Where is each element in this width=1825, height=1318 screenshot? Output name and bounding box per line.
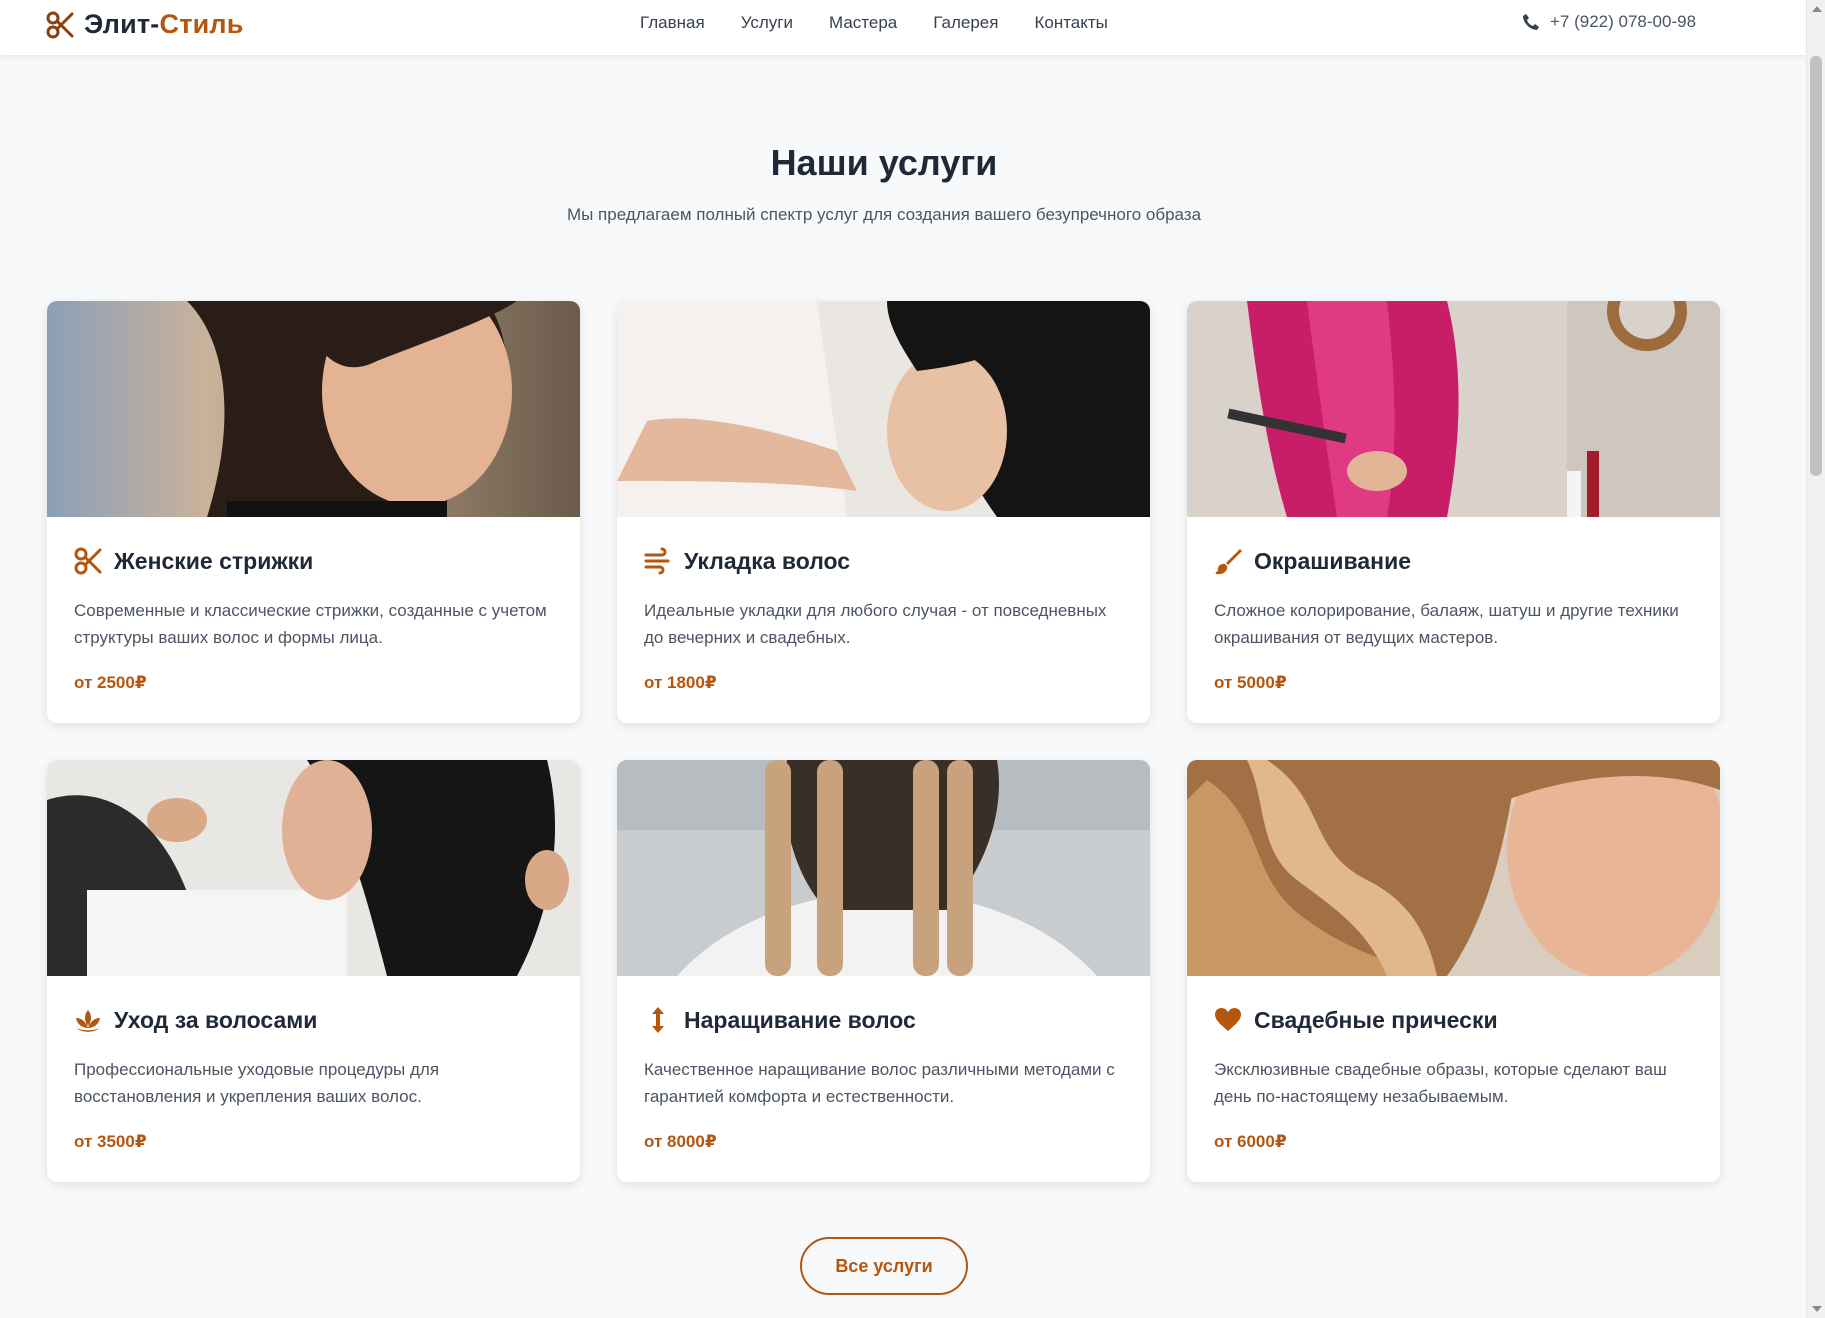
- card-description: Идеальные укладки для любого случая - от…: [644, 601, 1107, 647]
- main-nav: Главная Услуги Мастера Галерея Контакты: [640, 13, 1108, 33]
- service-photo-extensions: [617, 760, 1150, 976]
- heart-icon: [1215, 1008, 1241, 1031]
- scissors-icon: [74, 547, 102, 575]
- service-card[interactable]: Женские стрижки Современные и классическ…: [47, 301, 580, 723]
- card-price: от 2500₽: [74, 673, 147, 692]
- service-card[interactable]: Свадебные прически Эксклюзивные свадебны…: [1187, 760, 1720, 1182]
- service-card[interactable]: Окрашивание Сложное колорирование, балая…: [1187, 301, 1720, 723]
- section-subtitle: Мы предлагаем полный спектр услуг для со…: [566, 205, 1202, 224]
- service-photo-hair-care: [47, 760, 580, 976]
- card-title: Окрашивание: [1254, 547, 1412, 574]
- card-description: Эксклюзивные свадебные образы, которые с…: [1214, 1060, 1667, 1106]
- service-photo-haircut: [47, 301, 580, 517]
- scrollbar[interactable]: [1806, 0, 1825, 1318]
- card-price: от 6000₽: [1214, 1132, 1287, 1151]
- arrows-vertical-icon: [652, 1007, 664, 1033]
- phone-link[interactable]: +7 (922) 078-00-98: [1522, 12, 1696, 32]
- scroll-up-arrow-icon[interactable]: [1812, 6, 1822, 12]
- service-photo-wedding: [1187, 760, 1720, 976]
- service-card[interactable]: Укладка волос Идеальные укладки для любо…: [617, 301, 1150, 723]
- section-title: Наши услуги: [770, 142, 998, 183]
- card-description: Современные и классические стрижки, созд…: [74, 601, 547, 647]
- nav-item-masters[interactable]: Мастера: [829, 13, 897, 33]
- spa-icon: [76, 1010, 100, 1032]
- phone-icon: [1523, 14, 1539, 30]
- card-description: Профессиональные уходовые процедуры для …: [74, 1060, 440, 1106]
- card-price: от 8000₽: [644, 1132, 717, 1151]
- scissors-icon: [46, 11, 74, 38]
- nav-item-home[interactable]: Главная: [640, 13, 705, 33]
- card-description: Качественное наращивание волос различным…: [644, 1060, 1115, 1106]
- service-card[interactable]: Уход за волосами Профессиональные уходов…: [47, 760, 580, 1182]
- card-price: от 1800₽: [644, 673, 717, 692]
- logo-text: Элит-Стиль: [84, 9, 244, 39]
- card-title: Женские стрижки: [114, 547, 314, 574]
- nav-item-gallery[interactable]: Галерея: [933, 13, 998, 33]
- card-price: от 3500₽: [74, 1132, 147, 1151]
- scroll-down-arrow-icon[interactable]: [1812, 1306, 1822, 1312]
- all-services-button[interactable]: Все услуги: [800, 1237, 968, 1295]
- card-title: Укладка волос: [684, 547, 851, 574]
- nav-item-services[interactable]: Услуги: [741, 13, 793, 33]
- card-price: от 5000₽: [1214, 673, 1287, 692]
- card-description: Сложное колорирование, балаяж, шатуш и д…: [1214, 601, 1679, 647]
- scrollbar-thumb[interactable]: [1810, 56, 1822, 476]
- logo[interactable]: Элит-Стиль: [46, 9, 244, 40]
- card-title: Уход за волосами: [114, 1006, 318, 1033]
- card-title: Свадебные прически: [1254, 1006, 1498, 1033]
- wind-icon: [644, 547, 670, 575]
- service-photo-coloring: [1187, 301, 1720, 517]
- nav-item-contacts[interactable]: Контакты: [1034, 13, 1107, 33]
- service-card[interactable]: Наращивание волос Качественное наращиван…: [617, 760, 1150, 1182]
- service-photo-styling: [617, 301, 1150, 517]
- card-title: Наращивание волос: [684, 1006, 916, 1033]
- brush-icon: [1215, 549, 1242, 575]
- site-header: Элит-Стиль Главная Услуги Мастера Галере…: [0, 0, 1806, 55]
- phone-number: +7 (922) 078-00-98: [1550, 12, 1697, 31]
